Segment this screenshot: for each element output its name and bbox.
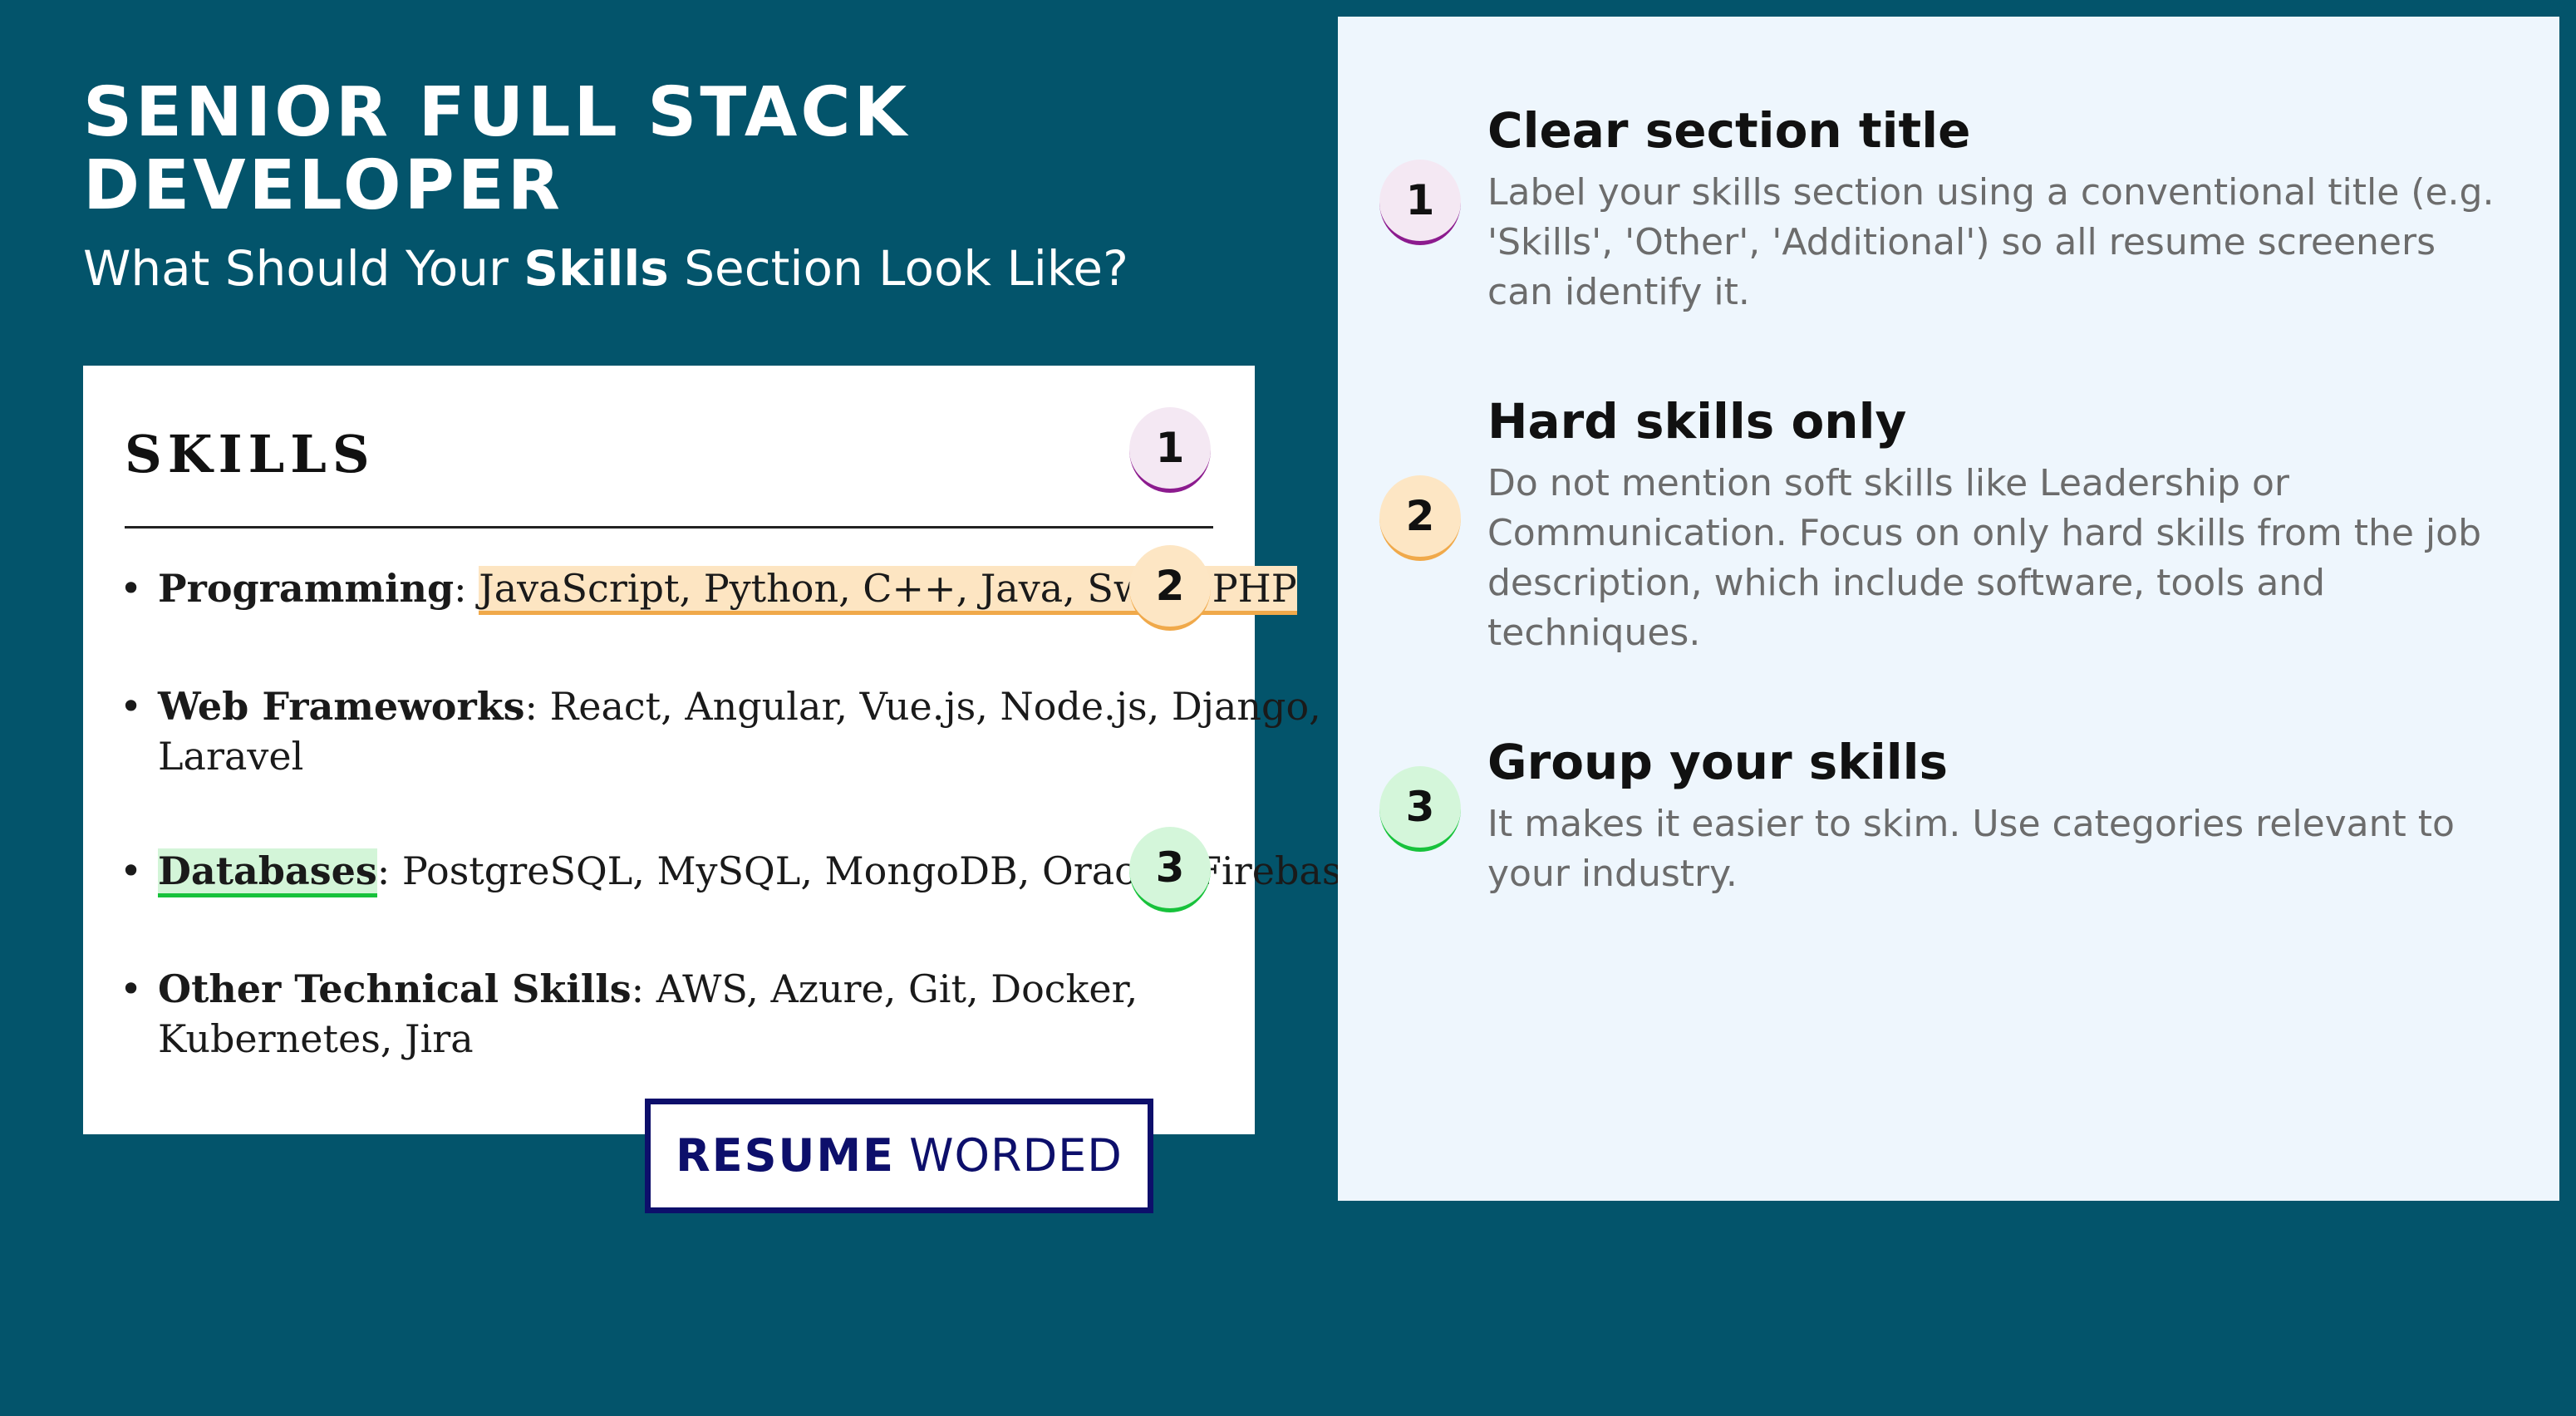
tip-title-3: Group your skills bbox=[1487, 734, 1949, 790]
tip-description-3: It makes it easier to skim. Use categori… bbox=[1487, 803, 2455, 895]
page-title-line-1: SENIOR FULL STACK bbox=[83, 73, 911, 152]
skill-item-databases: • Databases: PostgreSQL, MySQL, MongoDB,… bbox=[120, 846, 1364, 897]
skill-separator: : bbox=[454, 566, 479, 611]
subtitle-prefix: What Should Your bbox=[83, 240, 524, 297]
subtitle-emphasis: Skills bbox=[524, 240, 669, 297]
skill-separator: : bbox=[524, 684, 550, 729]
subtitle-suffix: Section Look Like? bbox=[668, 240, 1128, 297]
bullet-icon: • bbox=[120, 966, 143, 1011]
skills-section-heading: SKILLS bbox=[125, 424, 376, 484]
logo-word-2: WORDED bbox=[909, 1129, 1123, 1182]
skill-category-highlighted: Databases bbox=[158, 848, 377, 897]
page-title-line-2: DEVELOPER bbox=[83, 146, 563, 225]
skill-values-continued: Laravel bbox=[158, 734, 304, 779]
logo-word-1: RESUME bbox=[676, 1129, 895, 1182]
tip-title-1: Clear section title bbox=[1487, 102, 1971, 159]
bullet-icon: • bbox=[120, 848, 143, 893]
tip-number-badge-2: 2 bbox=[1379, 475, 1461, 561]
tip-number-badge-1: 1 bbox=[1379, 160, 1461, 245]
skill-values: AWS, Azure, Git, Docker, bbox=[656, 966, 1138, 1011]
skill-separator: : bbox=[376, 848, 402, 893]
tip-description-1: Label your skills section using a conven… bbox=[1487, 171, 2495, 313]
resume-worded-logo: RESUME WORDED bbox=[645, 1099, 1153, 1213]
skill-values: React, Angular, Vue.js, Node.js, Django, bbox=[549, 684, 1321, 729]
skill-category: Programming bbox=[158, 566, 455, 611]
skill-values-continued: Kubernetes, Jira bbox=[158, 1016, 474, 1061]
skill-item-other-technical: • Other Technical Skills: AWS, Azure, Gi… bbox=[120, 964, 1222, 1064]
skill-values: PostgreSQL, MySQL, MongoDB, Oracle, Fire… bbox=[401, 848, 1364, 893]
tip-number-badge-3: 3 bbox=[1379, 766, 1461, 852]
skill-separator: : bbox=[631, 966, 656, 1011]
tip-title-2: Hard skills only bbox=[1487, 393, 1907, 450]
number-badge-1: 1 bbox=[1129, 407, 1211, 493]
page-title: SENIOR FULL STACK DEVELOPER bbox=[83, 76, 1246, 223]
skill-item-programming: • Programming: JavaScript, Python, C++, … bbox=[120, 563, 1297, 615]
number-badge-3: 3 bbox=[1129, 827, 1211, 912]
skill-item-web-frameworks: • Web Frameworks: React, Angular, Vue.js… bbox=[120, 681, 1321, 781]
number-badge-2: 2 bbox=[1129, 545, 1211, 631]
bullet-icon: • bbox=[120, 684, 143, 729]
tip-description-2: Do not mention soft skills like Leadersh… bbox=[1487, 462, 2481, 654]
section-divider bbox=[125, 526, 1213, 529]
page-subtitle: What Should Your Skills Section Look Lik… bbox=[83, 239, 1128, 297]
skill-category: Web Frameworks bbox=[158, 684, 525, 729]
bullet-icon: • bbox=[120, 566, 143, 611]
skill-category: Other Technical Skills bbox=[158, 966, 632, 1011]
